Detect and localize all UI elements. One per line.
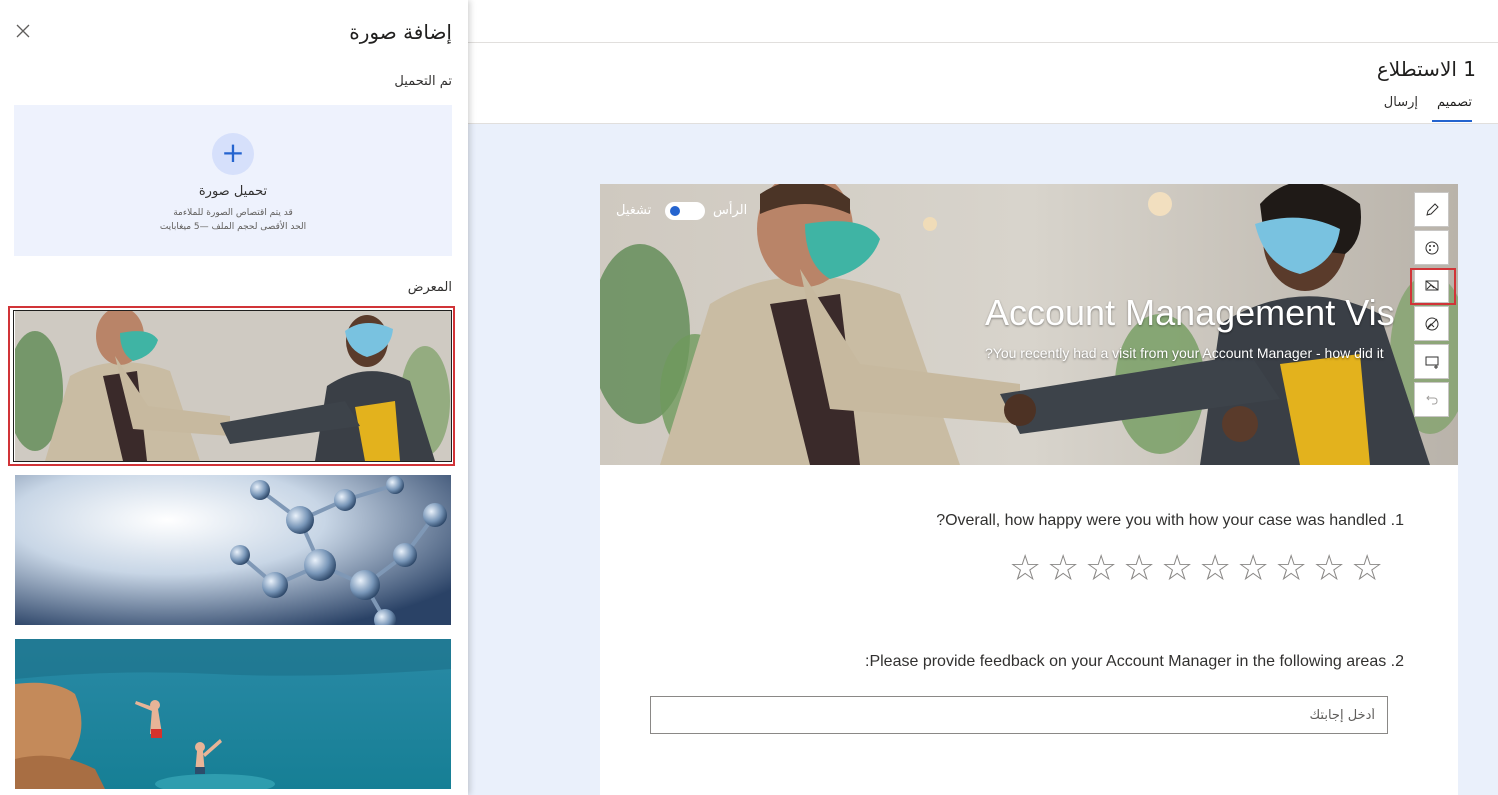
close-button[interactable] <box>12 20 34 42</box>
toggle-on-label: تشغيل <box>616 203 652 218</box>
theme-button[interactable] <box>1414 230 1449 265</box>
star-7[interactable]: ☆ <box>1123 549 1155 589</box>
star-2[interactable]: ☆ <box>1313 549 1345 589</box>
gallery-label: المعرض <box>407 280 452 295</box>
molecule-thumbnail <box>15 475 451 625</box>
star-4[interactable]: ☆ <box>1237 549 1269 589</box>
header-toggle[interactable] <box>665 202 705 220</box>
tab-design[interactable]: تصميم <box>1437 95 1472 110</box>
add-image-panel: إضافة صورة تم التحميل + تحميل صورة قد يت… <box>0 0 468 795</box>
answer-input[interactable] <box>651 697 1387 733</box>
gallery-image-sea[interactable] <box>15 639 451 789</box>
plus-icon: + <box>212 133 254 175</box>
survey-title: 1 الاستطلاع <box>1376 57 1476 81</box>
close-icon <box>16 24 30 38</box>
star-8[interactable]: ☆ <box>1085 549 1117 589</box>
banner-subtitle[interactable]: ?You recently had a visit from your Acco… <box>985 345 1384 361</box>
uploaded-label: تم التحميل <box>394 74 452 89</box>
question-2-text: :Please provide feedback on your Account… <box>865 653 1404 670</box>
survey-header: 1 الاستطلاع تصميم إرسال <box>468 43 1498 124</box>
background-image-button-highlight <box>1410 268 1456 305</box>
upload-image-button[interactable]: + تحميل صورة قد يتم اقتصاص الصورة للملاء… <box>14 105 452 256</box>
edit-pencil-icon <box>1425 202 1439 216</box>
upload-title: تحميل صورة <box>198 184 268 199</box>
star-10[interactable]: ☆ <box>1009 549 1041 589</box>
header-toggle-label: الرأس <box>713 203 748 218</box>
star-6[interactable]: ☆ <box>1161 549 1193 589</box>
add-section-icon <box>1425 356 1438 369</box>
logo-button[interactable] <box>1414 306 1449 341</box>
banner-title[interactable]: Account Management Vis <box>985 292 1395 334</box>
question-1-text: ?Overall, how happy were you with how yo… <box>936 512 1404 529</box>
answer-field[interactable] <box>650 696 1388 734</box>
tab-send[interactable]: إرسال <box>1384 95 1418 110</box>
edit-pencil-button[interactable] <box>1414 192 1449 227</box>
undo-button[interactable] <box>1414 382 1449 417</box>
add-section-button[interactable] <box>1414 344 1449 379</box>
star-1[interactable]: ☆ <box>1351 549 1383 589</box>
star-9[interactable]: ☆ <box>1047 549 1079 589</box>
active-tab-indicator <box>1432 120 1472 122</box>
undo-icon <box>1425 395 1438 404</box>
theme-palette-icon <box>1425 241 1438 254</box>
star-5[interactable]: ☆ <box>1199 549 1231 589</box>
toggle-knob <box>670 206 680 216</box>
logo-icon <box>1425 317 1438 330</box>
gallery-image-molecule[interactable] <box>15 475 451 625</box>
star-3[interactable]: ☆ <box>1275 549 1307 589</box>
sea-jump-thumbnail <box>15 639 451 789</box>
upload-note-size: الحد الأقصى لحجم الملف —5 ميغابايت <box>159 222 307 232</box>
selected-image-highlight <box>8 306 455 466</box>
upload-note-crop: قد يتم اقتصاص الصورة للملاءمة <box>173 208 293 218</box>
panel-title: إضافة صورة <box>349 20 452 44</box>
